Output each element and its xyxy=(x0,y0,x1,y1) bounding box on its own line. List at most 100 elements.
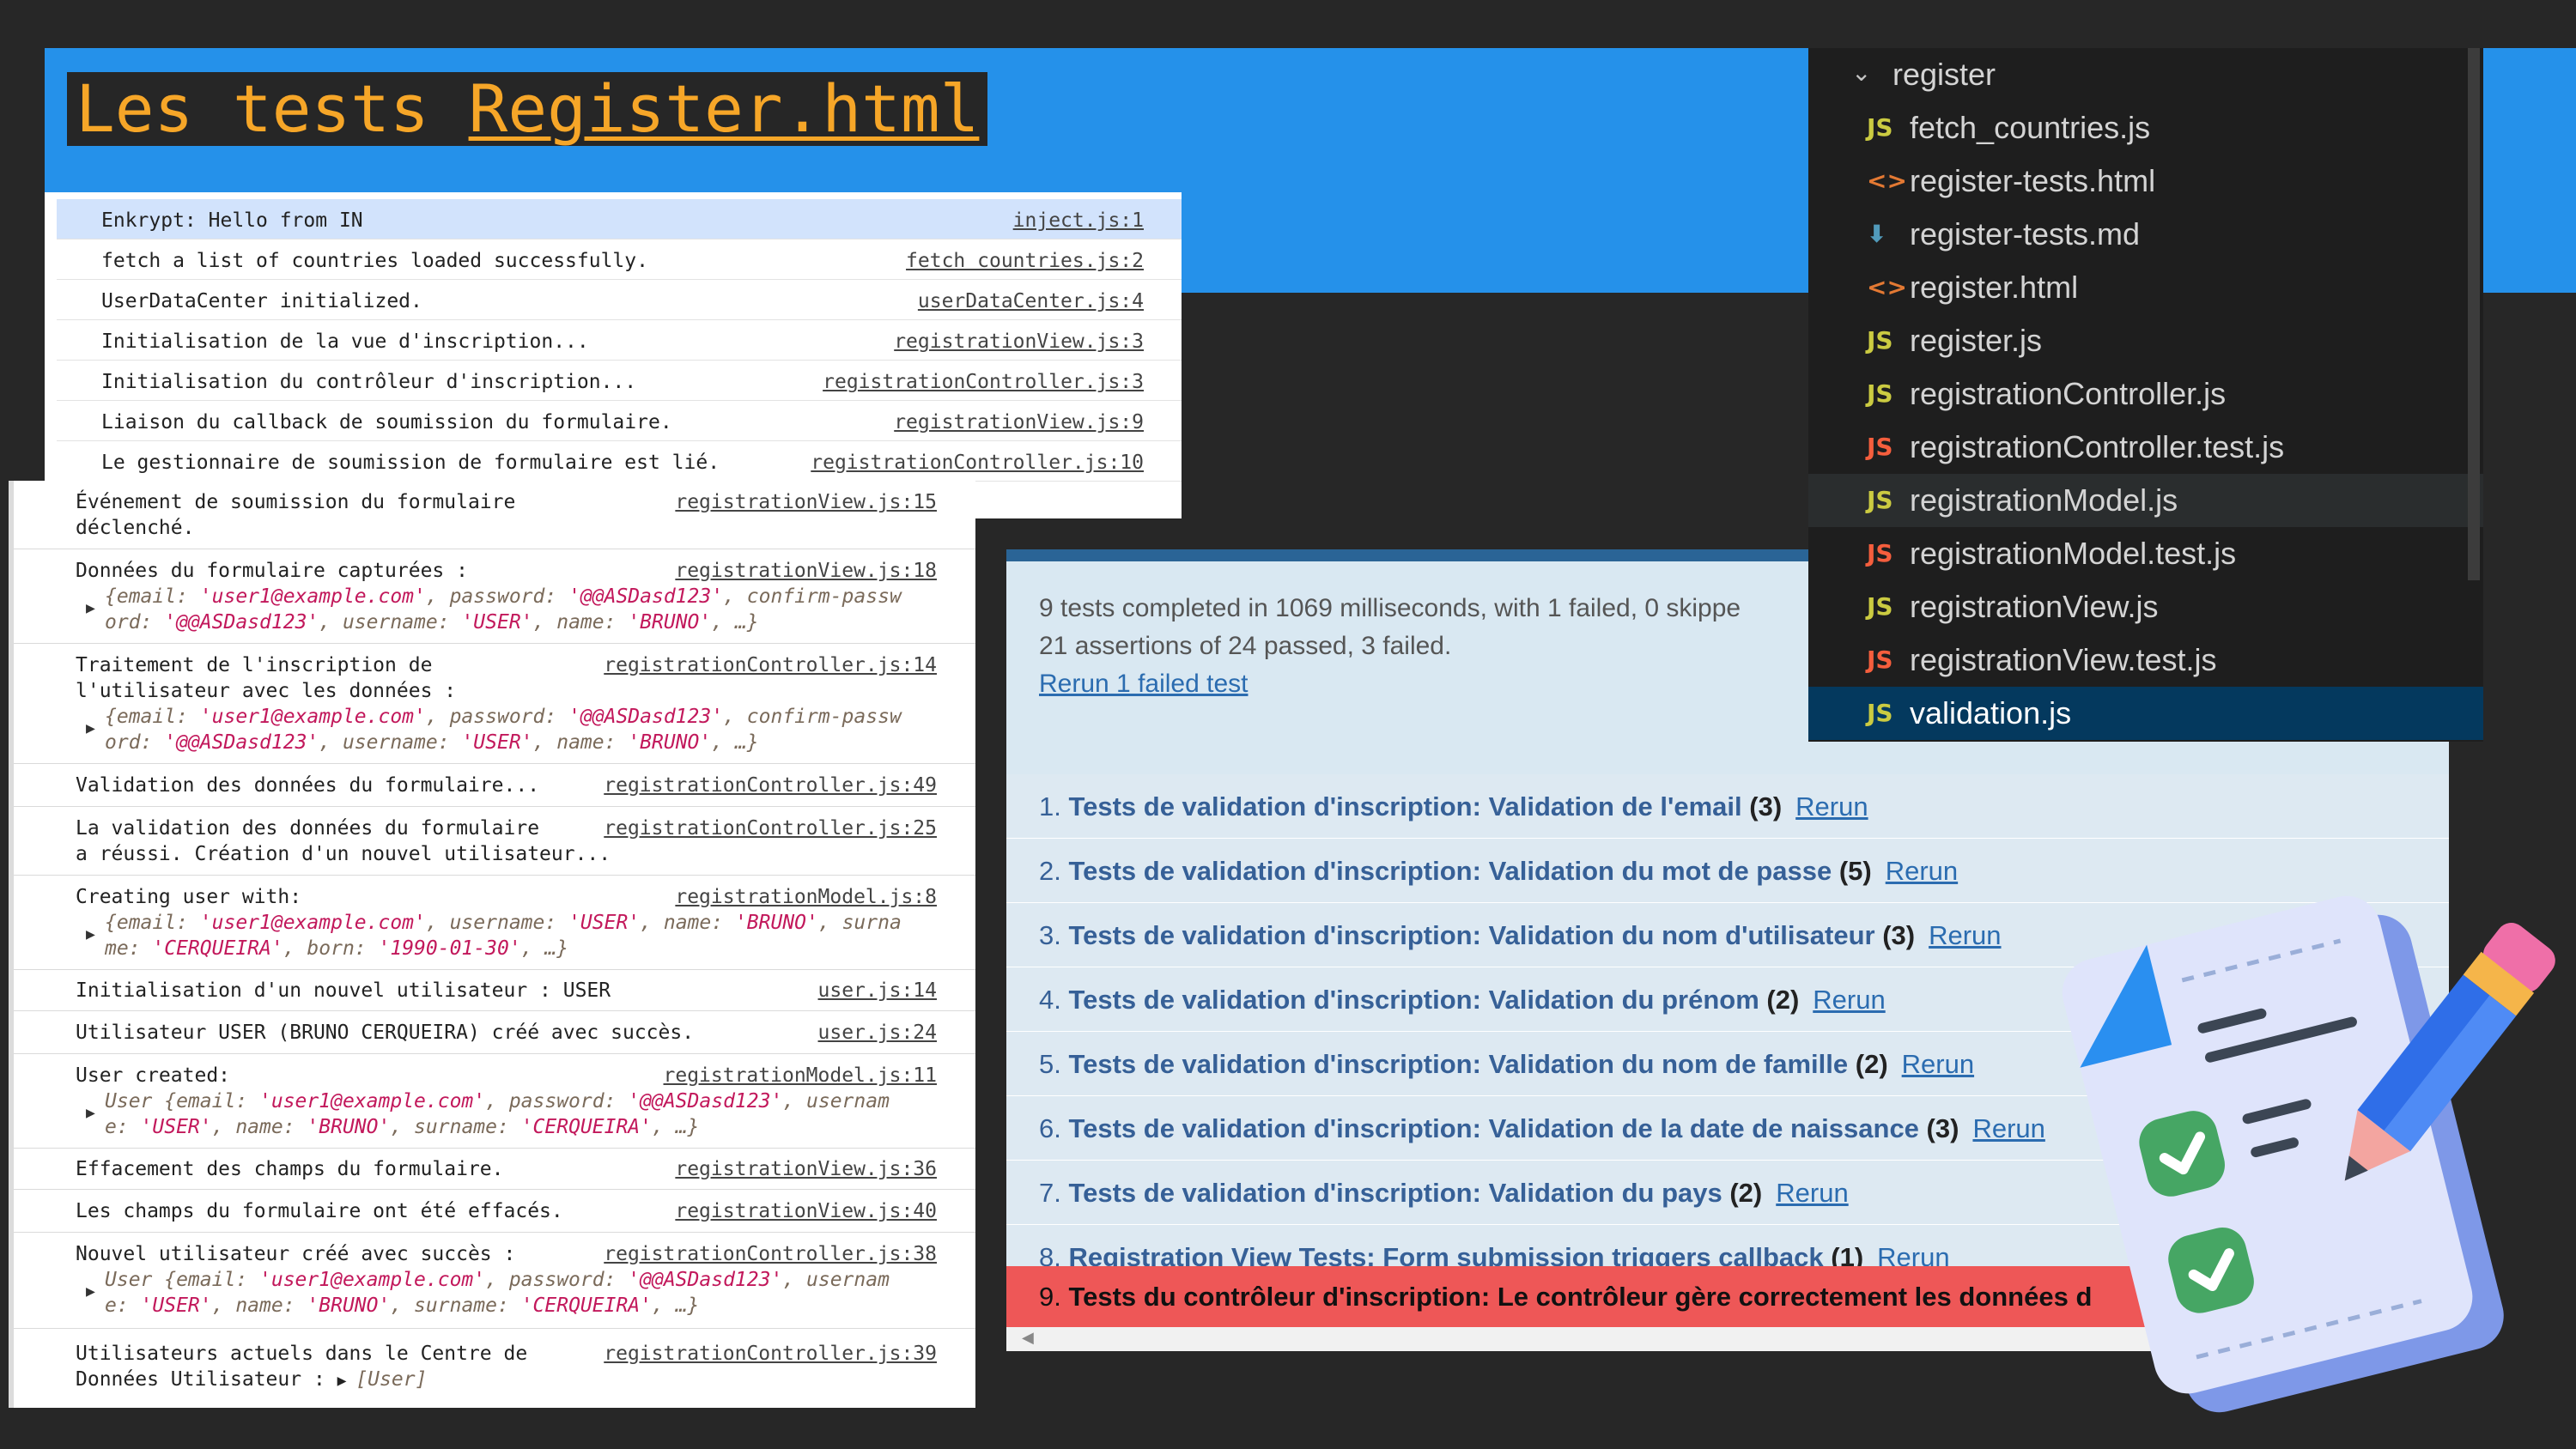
file-item[interactable]: <> register-tests.html xyxy=(1808,155,2483,208)
test-file-icon: JS xyxy=(1867,433,1893,461)
source-link[interactable]: registrationModel.js:11 xyxy=(664,1063,938,1088)
console-entry: Initialisation d'un nouvel utilisateur :… xyxy=(14,970,975,1011)
javascript-file-icon: JS xyxy=(1867,113,1893,142)
console-message: Données Utilisateur : ▶ [User] xyxy=(76,1368,428,1391)
source-link[interactable]: registrationView.js:3 xyxy=(894,330,1144,353)
console-panel-main: Événement de soumission du formulaire dé… xyxy=(9,481,975,1408)
object-preview[interactable]: User {email: 'user1@example.com', passwo… xyxy=(105,1267,890,1293)
file-item[interactable]: JS register.js xyxy=(1808,314,2483,367)
test-file-icon: JS xyxy=(1867,539,1893,567)
rerun-link[interactable]: Rerun xyxy=(1776,1178,1848,1208)
object-preview[interactable]: {email: 'user1@example.com', username: '… xyxy=(105,910,902,936)
file-item[interactable]: JS registrationModel.js xyxy=(1808,474,2483,527)
javascript-file-icon: JS xyxy=(1867,699,1893,727)
console-row: Initialisation du contrôleur d'inscripti… xyxy=(57,361,1182,401)
object-preview[interactable]: me: 'CERQUEIRA', born: '1990-01-30', …} xyxy=(105,936,568,961)
console-message: déclenché. xyxy=(76,517,195,539)
console-message: Utilisateur USER (BRUNO CERQUEIRA) créé … xyxy=(76,1022,695,1044)
source-link[interactable]: registrationView.js:15 xyxy=(675,489,937,515)
console-row: Enkrypt: Hello from IN inject.js:1 xyxy=(57,199,1182,239)
console-message: Enkrypt: Hello from IN xyxy=(101,209,363,232)
source-link[interactable]: registrationController.js:25 xyxy=(604,815,937,841)
rerun-link[interactable]: Rerun xyxy=(1902,1049,1974,1079)
source-link[interactable]: registrationController.js:10 xyxy=(811,452,1144,474)
console-message: Traitement de l'inscription de xyxy=(76,654,433,676)
source-link[interactable]: user.js:14 xyxy=(818,978,937,1003)
source-link[interactable]: userDataCenter.js:4 xyxy=(918,290,1144,312)
source-link[interactable]: registrationView.js:9 xyxy=(894,411,1144,433)
slide: Les tests Register.html Enkrypt: Hello f… xyxy=(0,0,2576,1449)
source-link[interactable]: fetch countries.js:2 xyxy=(906,250,1144,272)
console-entry: Effacement des champs du formulaire. reg… xyxy=(14,1149,975,1190)
file-item[interactable]: <> register.html xyxy=(1808,261,2483,314)
source-link[interactable]: user.js:24 xyxy=(818,1020,937,1046)
expand-triangle-icon[interactable]: ▶ xyxy=(86,1100,95,1126)
file-item[interactable]: JS registrationController.js xyxy=(1808,367,2483,421)
test-row[interactable]: 1. Tests de validation d'inscription: Va… xyxy=(1006,774,2449,839)
summary-line: 9 tests completed in 1069 milliseconds, … xyxy=(1039,594,1741,622)
console-message: Initialisation du contrôleur d'inscripti… xyxy=(101,371,637,393)
console-message: Utilisateurs actuels dans le Centre de xyxy=(76,1343,528,1365)
console-message: Validation des données du formulaire... xyxy=(76,774,540,797)
console-entry: Utilisateur USER (BRUNO CERQUEIRA) créé … xyxy=(14,1011,975,1054)
console-row: Le gestionnaire de soumission de formula… xyxy=(57,441,1182,482)
console-entry: Données du formulaire capturées : regist… xyxy=(14,549,975,644)
console-message: Liaison du callback de soumission du for… xyxy=(101,411,672,433)
source-link[interactable]: registrationController.js:14 xyxy=(604,652,937,678)
console-row: UserDataCenter initialized. userDataCente… xyxy=(57,280,1182,320)
console-entry: User created: registrationModel.js:11 ▶ … xyxy=(14,1054,975,1149)
rerun-failed-link[interactable]: Rerun 1 failed test xyxy=(1039,670,1248,699)
checklist-pencil-illustration xyxy=(2062,895,2555,1413)
javascript-file-icon: JS xyxy=(1867,379,1893,408)
object-preview[interactable]: e: 'USER', name: 'BRUNO', surname: 'CERQ… xyxy=(105,1114,699,1140)
file-item-selected[interactable]: JS validation.js xyxy=(1808,687,2483,740)
console-entry: Utilisateurs actuels dans le Centre de D… xyxy=(14,1329,975,1408)
source-link[interactable]: registrationView.js:36 xyxy=(675,1156,937,1182)
object-preview[interactable]: ord: '@@ASDasd123', username: 'USER', na… xyxy=(105,730,759,755)
source-link[interactable]: registrationView.js:18 xyxy=(675,558,937,584)
expand-triangle-icon[interactable]: ▶ xyxy=(86,922,95,948)
source-link[interactable]: registrationView.js:40 xyxy=(675,1198,937,1224)
javascript-file-icon: JS xyxy=(1867,592,1893,621)
source-link[interactable]: registrationController.js:39 xyxy=(604,1341,937,1367)
expand-triangle-icon[interactable]: ▶ xyxy=(86,716,95,742)
file-item[interactable]: ⬇ register-tests.md xyxy=(1808,208,2483,261)
rerun-link[interactable]: Rerun xyxy=(1929,920,2001,950)
file-item[interactable]: JS registrationView.js xyxy=(1808,580,2483,634)
source-link[interactable]: registrationModel.js:8 xyxy=(675,884,937,910)
object-preview[interactable]: {email: 'user1@example.com', password: '… xyxy=(105,704,902,730)
rerun-link[interactable]: Rerun xyxy=(1813,985,1885,1015)
object-preview[interactable]: {email: 'user1@example.com', password: '… xyxy=(105,584,902,609)
console-row: Initialisation de la vue d'inscription..… xyxy=(57,320,1182,361)
console-message: Initialisation de la vue d'inscription..… xyxy=(101,330,589,353)
source-link[interactable]: registrationController.js:49 xyxy=(604,773,937,798)
object-preview[interactable]: User {email: 'user1@example.com', passwo… xyxy=(105,1088,890,1114)
rerun-link[interactable]: Rerun xyxy=(1886,856,1958,886)
object-preview[interactable]: e: 'USER', name: 'BRUNO', surname: 'CERQ… xyxy=(105,1293,699,1319)
source-link[interactable]: inject.js:1 xyxy=(1013,209,1144,232)
file-item[interactable]: JS registrationController.test.js xyxy=(1808,421,2483,474)
object-preview[interactable]: ord: '@@ASDasd123', username: 'USER', na… xyxy=(105,609,759,635)
source-link[interactable]: registrationController.js:3 xyxy=(823,371,1144,393)
rerun-link[interactable]: Rerun xyxy=(1795,791,1868,822)
test-file-icon: JS xyxy=(1867,646,1893,674)
console-message: fetch a list of countries loaded success… xyxy=(101,250,648,272)
console-entry: Validation des données du formulaire... … xyxy=(14,764,975,807)
folder-register[interactable]: ⌄ register xyxy=(1808,48,2483,101)
slide-title: Les tests Register.html xyxy=(67,72,988,146)
console-entry: Traitement de l'inscription de l'utilisa… xyxy=(14,644,975,764)
expand-triangle-icon[interactable]: ▶ xyxy=(86,1279,95,1305)
expand-triangle-icon[interactable]: ▶ xyxy=(86,596,95,621)
console-entry: Événement de soumission du formulaire dé… xyxy=(14,481,975,549)
file-item[interactable]: JS registrationView.test.js xyxy=(1808,634,2483,687)
console-message: Le gestionnaire de soumission de formula… xyxy=(101,452,720,474)
console-message: Les champs du formulaire ont été effacés… xyxy=(76,1200,563,1222)
console-entry: Nouvel utilisateur créé avec succès : re… xyxy=(14,1233,975,1329)
source-link[interactable]: registrationController.js:38 xyxy=(604,1241,937,1267)
file-item[interactable]: JS fetch_countries.js xyxy=(1808,101,2483,155)
file-item[interactable]: JS registrationModel.test.js xyxy=(1808,527,2483,580)
vertical-scrollbar[interactable] xyxy=(2468,48,2480,580)
console-message: l'utilisateur avec les données : xyxy=(76,680,457,702)
console-message: Creating user with: xyxy=(76,886,302,908)
console-message: User created: xyxy=(76,1064,231,1087)
